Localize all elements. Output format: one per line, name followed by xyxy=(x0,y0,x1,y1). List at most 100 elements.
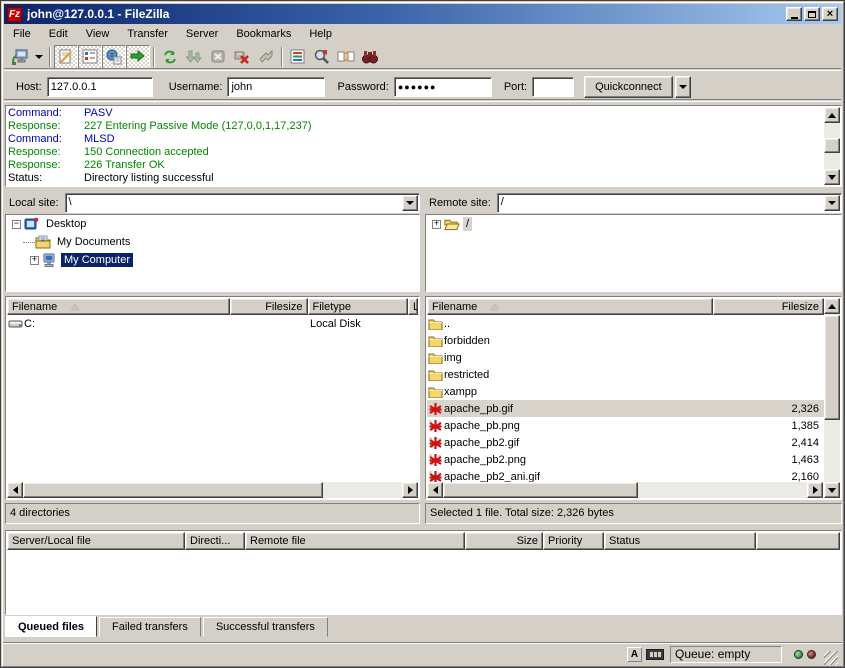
maximize-button[interactable] xyxy=(804,7,820,21)
speed-limits-indicator-icon[interactable] xyxy=(646,649,664,660)
site-manager-button[interactable] xyxy=(8,45,32,69)
tree-item-my-computer[interactable]: + My Computer xyxy=(6,251,419,269)
quickconnect-button[interactable]: Quickconnect xyxy=(584,76,673,98)
file-row-selected[interactable]: apache_pb.gif 2,326 xyxy=(427,400,825,417)
tree-item-root[interactable]: + / xyxy=(426,215,841,233)
menu-server[interactable]: Server xyxy=(177,26,227,42)
column-header-filesize[interactable]: Filesize xyxy=(230,298,308,315)
username-input[interactable] xyxy=(227,77,325,97)
column-header-filetype[interactable]: Filetype xyxy=(308,298,409,315)
collapse-icon[interactable]: − xyxy=(12,220,21,229)
scroll-right-button[interactable] xyxy=(402,482,418,498)
transfer-type-indicator-icon[interactable]: A xyxy=(627,647,642,662)
menu-edit[interactable]: Edit xyxy=(40,26,77,42)
scroll-down-button[interactable] xyxy=(824,482,840,498)
file-search-button[interactable] xyxy=(310,45,334,69)
toggle-transfer-queue-button[interactable] xyxy=(126,45,150,69)
column-header-size[interactable]: Size xyxy=(465,532,543,550)
quickconnect-dropdown-button[interactable] xyxy=(675,76,691,98)
disconnect-button[interactable] xyxy=(230,45,254,69)
reconnect-button[interactable] xyxy=(254,45,278,69)
refresh-button[interactable] xyxy=(158,45,182,69)
scrollbar-thumb[interactable] xyxy=(824,315,840,420)
log-entry-type: Response: xyxy=(8,146,84,159)
toggle-remote-tree-button[interactable] xyxy=(102,45,126,69)
file-row[interactable]: xampp xyxy=(427,383,825,400)
remote-site-combo[interactable]: / xyxy=(497,193,842,213)
column-header-filename[interactable]: Filename xyxy=(427,298,713,315)
local-list-header: Filename Filesize Filetype L xyxy=(7,298,418,315)
remote-list-hscrollbar[interactable] xyxy=(427,482,823,498)
column-header-status[interactable]: Status xyxy=(604,532,756,550)
minimize-button[interactable] xyxy=(786,7,802,21)
cancel-operation-button[interactable] xyxy=(206,45,230,69)
log-scrollbar[interactable] xyxy=(824,107,840,185)
tree-item-label: Desktop xyxy=(43,217,89,231)
scroll-left-button[interactable] xyxy=(427,482,443,498)
refresh-icon xyxy=(161,48,179,66)
menu-view[interactable]: View xyxy=(77,26,119,42)
filter-button[interactable] xyxy=(286,45,310,69)
file-row[interactable]: apache_pb2_ani.gif 2,160 xyxy=(427,468,825,483)
file-name: img xyxy=(444,352,725,364)
scrollbar-thumb[interactable] xyxy=(443,482,638,498)
column-header-filename[interactable]: Filename xyxy=(7,298,230,315)
toolbar-separator xyxy=(281,47,283,67)
password-input[interactable] xyxy=(394,77,492,97)
column-header-lastmodified[interactable]: L xyxy=(408,298,418,315)
file-row[interactable]: apache_pb.png 1,385 xyxy=(427,417,825,434)
menu-transfer[interactable]: Transfer xyxy=(118,26,177,42)
synchronized-browsing-button[interactable] xyxy=(334,45,358,69)
process-queue-button[interactable] xyxy=(182,45,206,69)
expand-icon[interactable]: + xyxy=(432,220,441,229)
column-header-priority[interactable]: Priority xyxy=(543,532,604,550)
menu-file[interactable]: File xyxy=(4,26,40,42)
tree-item-desktop[interactable]: − Desktop xyxy=(6,215,419,233)
close-button[interactable]: × xyxy=(822,7,838,21)
file-row[interactable]: apache_pb2.gif 2,414 xyxy=(427,434,825,451)
scroll-up-button[interactable] xyxy=(824,298,840,314)
host-input[interactable] xyxy=(47,77,153,97)
combo-dropdown-button[interactable] xyxy=(402,195,418,211)
file-row[interactable]: forbidden xyxy=(427,332,825,349)
scroll-right-button[interactable] xyxy=(807,482,823,498)
scroll-up-button[interactable] xyxy=(824,107,840,123)
column-header-server-local-file[interactable]: Server/Local file xyxy=(7,532,185,550)
tree-item-label: My Computer xyxy=(61,253,133,267)
toggle-local-tree-button[interactable] xyxy=(78,45,102,69)
combo-dropdown-button[interactable] xyxy=(824,195,840,211)
remote-list-vscrollbar[interactable] xyxy=(824,298,840,498)
tab-successful-transfers[interactable]: Successful transfers xyxy=(203,617,328,637)
message-log-body: Command:PASV Response:227 Entering Passi… xyxy=(6,106,841,186)
menu-bookmarks[interactable]: Bookmarks xyxy=(227,26,300,42)
toggle-message-log-button[interactable] xyxy=(54,45,78,69)
tab-failed-transfers[interactable]: Failed transfers xyxy=(99,617,201,637)
tree-item-my-documents[interactable]: My Documents xyxy=(6,233,419,251)
local-list-hscrollbar[interactable] xyxy=(7,482,418,498)
resize-grip[interactable] xyxy=(824,651,838,665)
scrollbar-thumb[interactable] xyxy=(824,138,840,153)
file-row-local-drive[interactable]: C: Local Disk xyxy=(7,315,420,332)
scroll-down-button[interactable] xyxy=(824,169,840,185)
tab-queued-files[interactable]: Queued files xyxy=(5,616,97,637)
file-row[interactable]: restricted xyxy=(427,366,825,383)
local-site-combo[interactable]: \ xyxy=(65,193,420,213)
toolbar xyxy=(4,43,841,71)
file-row[interactable]: apache_pb2.png 1,463 xyxy=(427,451,825,468)
menu-help[interactable]: Help xyxy=(300,26,341,42)
column-header-direction[interactable]: Directi... xyxy=(185,532,245,550)
directory-comparison-button[interactable] xyxy=(358,45,382,69)
scroll-left-button[interactable] xyxy=(7,482,23,498)
expand-icon[interactable]: + xyxy=(30,256,39,265)
column-label: Filesize xyxy=(782,301,819,313)
column-header-filesize[interactable]: Filesize xyxy=(713,298,824,315)
site-manager-dropdown-button[interactable] xyxy=(32,45,46,69)
file-row[interactable]: img xyxy=(427,349,825,366)
remote-status-text: Selected 1 file. Total size: 2,326 bytes xyxy=(425,503,842,524)
column-header-remote-file[interactable]: Remote file xyxy=(245,532,465,550)
log-entry-text: 226 Transfer OK xyxy=(84,159,165,172)
scrollbar-thumb[interactable] xyxy=(23,482,323,498)
log-entry: Response:227 Entering Passive Mode (127,… xyxy=(8,120,839,133)
port-input[interactable] xyxy=(532,77,574,97)
file-row[interactable]: .. xyxy=(427,315,825,332)
